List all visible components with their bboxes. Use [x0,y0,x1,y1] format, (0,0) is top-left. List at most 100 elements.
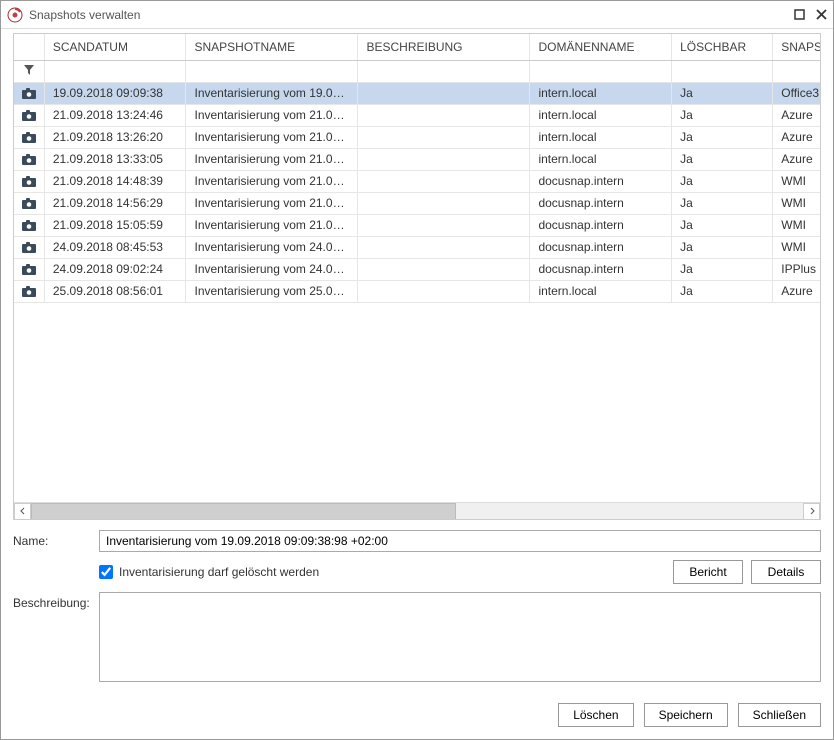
cell-deletable: Ja [672,192,773,214]
cell-deletable: Ja [672,214,773,236]
cell-snapshotname: Inventarisierung vom 21.09.2... [186,104,358,126]
header-row: SCANDATUM SNAPSHOTNAME BESCHREIBUNG DOMÄ… [14,34,820,60]
table-row[interactable]: 21.09.2018 13:24:46Inventarisierung vom … [14,104,820,126]
cell-deletable: Ja [672,280,773,302]
table-row[interactable]: 24.09.2018 08:45:53Inventarisierung vom … [14,236,820,258]
cell-snapshotname: Inventarisierung vom 21.09.2... [186,148,358,170]
close-dialog-button[interactable]: Schließen [738,703,821,727]
cell-beschreibung [358,236,530,258]
cell-deletable: Ja [672,170,773,192]
cell-domain: intern.local [530,280,672,302]
cell-snap: Azure [773,280,820,302]
cell-deletable: Ja [672,82,773,104]
cell-beschreibung [358,258,530,280]
cell-scandatum: 25.09.2018 08:56:01 [44,280,186,302]
cell-deletable: Ja [672,104,773,126]
table-row[interactable]: 25.09.2018 08:56:01Inventarisierung vom … [14,280,820,302]
table-row[interactable]: 21.09.2018 14:48:39Inventarisierung vom … [14,170,820,192]
column-header-beschreibung[interactable]: BESCHREIBUNG [358,34,530,60]
app-icon [7,7,23,23]
camera-icon [14,280,44,302]
description-textarea[interactable] [99,592,821,682]
snapshot-grid: SCANDATUM SNAPSHOTNAME BESCHREIBUNG DOMÄ… [13,33,821,520]
maximize-button[interactable] [791,7,807,23]
cell-snap: WMI [773,192,820,214]
content-area: SCANDATUM SNAPSHOTNAME BESCHREIBUNG DOMÄ… [1,29,833,739]
cell-beschreibung [358,104,530,126]
table-row[interactable]: 24.09.2018 09:02:24Inventarisierung vom … [14,258,820,280]
titlebar: Snapshots verwalten [1,1,833,29]
details-button[interactable]: Details [751,560,821,584]
name-label: Name: [13,530,99,548]
column-header-icon[interactable] [14,34,44,60]
column-header-scandatum[interactable]: SCANDATUM [44,34,186,60]
filter-domain[interactable] [530,60,672,82]
horizontal-scrollbar[interactable] [14,502,820,519]
camera-icon [14,82,44,104]
cell-beschreibung [358,126,530,148]
column-header-deletable[interactable]: LÖSCHBAR [672,34,773,60]
filter-deletable[interactable] [672,60,773,82]
table-row[interactable]: 21.09.2018 13:33:05Inventarisierung vom … [14,148,820,170]
delete-button[interactable]: Löschen [558,703,633,727]
cell-snapshotname: Inventarisierung vom 21.09.2... [186,192,358,214]
description-label: Beschreibung: [13,592,99,610]
cell-snap: Azure [773,148,820,170]
deletable-checkbox[interactable] [99,565,113,579]
cell-beschreibung [358,192,530,214]
table-row[interactable]: 19.09.2018 09:09:38Inventarisierung vom … [14,82,820,104]
deletable-checkbox-row[interactable]: Inventarisierung darf gelöscht werden [99,565,319,579]
cell-domain: intern.local [530,104,672,126]
cell-deletable: Ja [672,258,773,280]
filter-snapshotname[interactable] [186,60,358,82]
cell-scandatum: 21.09.2018 13:26:20 [44,126,186,148]
deletable-label: Inventarisierung darf gelöscht werden [119,565,319,579]
table-row[interactable]: 21.09.2018 15:05:59Inventarisierung vom … [14,214,820,236]
filter-beschreibung[interactable] [358,60,530,82]
cell-beschreibung [358,148,530,170]
cell-scandatum: 21.09.2018 15:05:59 [44,214,186,236]
cell-domain: intern.local [530,126,672,148]
scroll-thumb[interactable] [31,503,456,520]
cell-domain: docusnap.intern [530,192,672,214]
scroll-track[interactable] [31,503,803,520]
cell-deletable: Ja [672,236,773,258]
camera-icon [14,214,44,236]
cell-snap: Azure [773,104,820,126]
column-header-snapshotname[interactable]: SNAPSHOTNAME [186,34,358,60]
cell-snap: IPPlus [773,258,820,280]
cell-deletable: Ja [672,148,773,170]
cell-snapshotname: Inventarisierung vom 21.09.2... [186,214,358,236]
cell-snap: Office3 [773,82,820,104]
camera-icon [14,104,44,126]
filter-icon[interactable] [14,60,44,82]
close-button[interactable] [813,7,829,23]
filter-scandatum[interactable] [44,60,186,82]
cell-snapshotname: Inventarisierung vom 24.09.2... [186,236,358,258]
table-row[interactable]: 21.09.2018 13:26:20Inventarisierung vom … [14,126,820,148]
scroll-right-arrow[interactable] [803,503,820,520]
cell-scandatum: 19.09.2018 09:09:38 [44,82,186,104]
table-row[interactable]: 21.09.2018 14:56:29Inventarisierung vom … [14,192,820,214]
cell-scandatum: 21.09.2018 13:24:46 [44,104,186,126]
cell-beschreibung [358,170,530,192]
report-button[interactable]: Bericht [673,560,743,584]
cell-snapshotname: Inventarisierung vom 21.09.2... [186,170,358,192]
column-header-snaps[interactable]: SNAPS [773,34,820,60]
window-controls [791,7,829,23]
name-input[interactable] [99,530,821,552]
save-button[interactable]: Speichern [644,703,728,727]
cell-beschreibung [358,82,530,104]
cell-domain: docusnap.intern [530,214,672,236]
cell-scandatum: 24.09.2018 09:02:24 [44,258,186,280]
filter-snaps[interactable] [773,60,820,82]
column-header-domain[interactable]: DOMÄNENNAME [530,34,672,60]
cell-snap: WMI [773,214,820,236]
camera-icon [14,258,44,280]
cell-snap: WMI [773,236,820,258]
scroll-left-arrow[interactable] [14,503,31,520]
cell-snapshotname: Inventarisierung vom 19.09.2... [186,82,358,104]
cell-snap: Azure [773,126,820,148]
cell-scandatum: 24.09.2018 08:45:53 [44,236,186,258]
cell-domain: docusnap.intern [530,170,672,192]
